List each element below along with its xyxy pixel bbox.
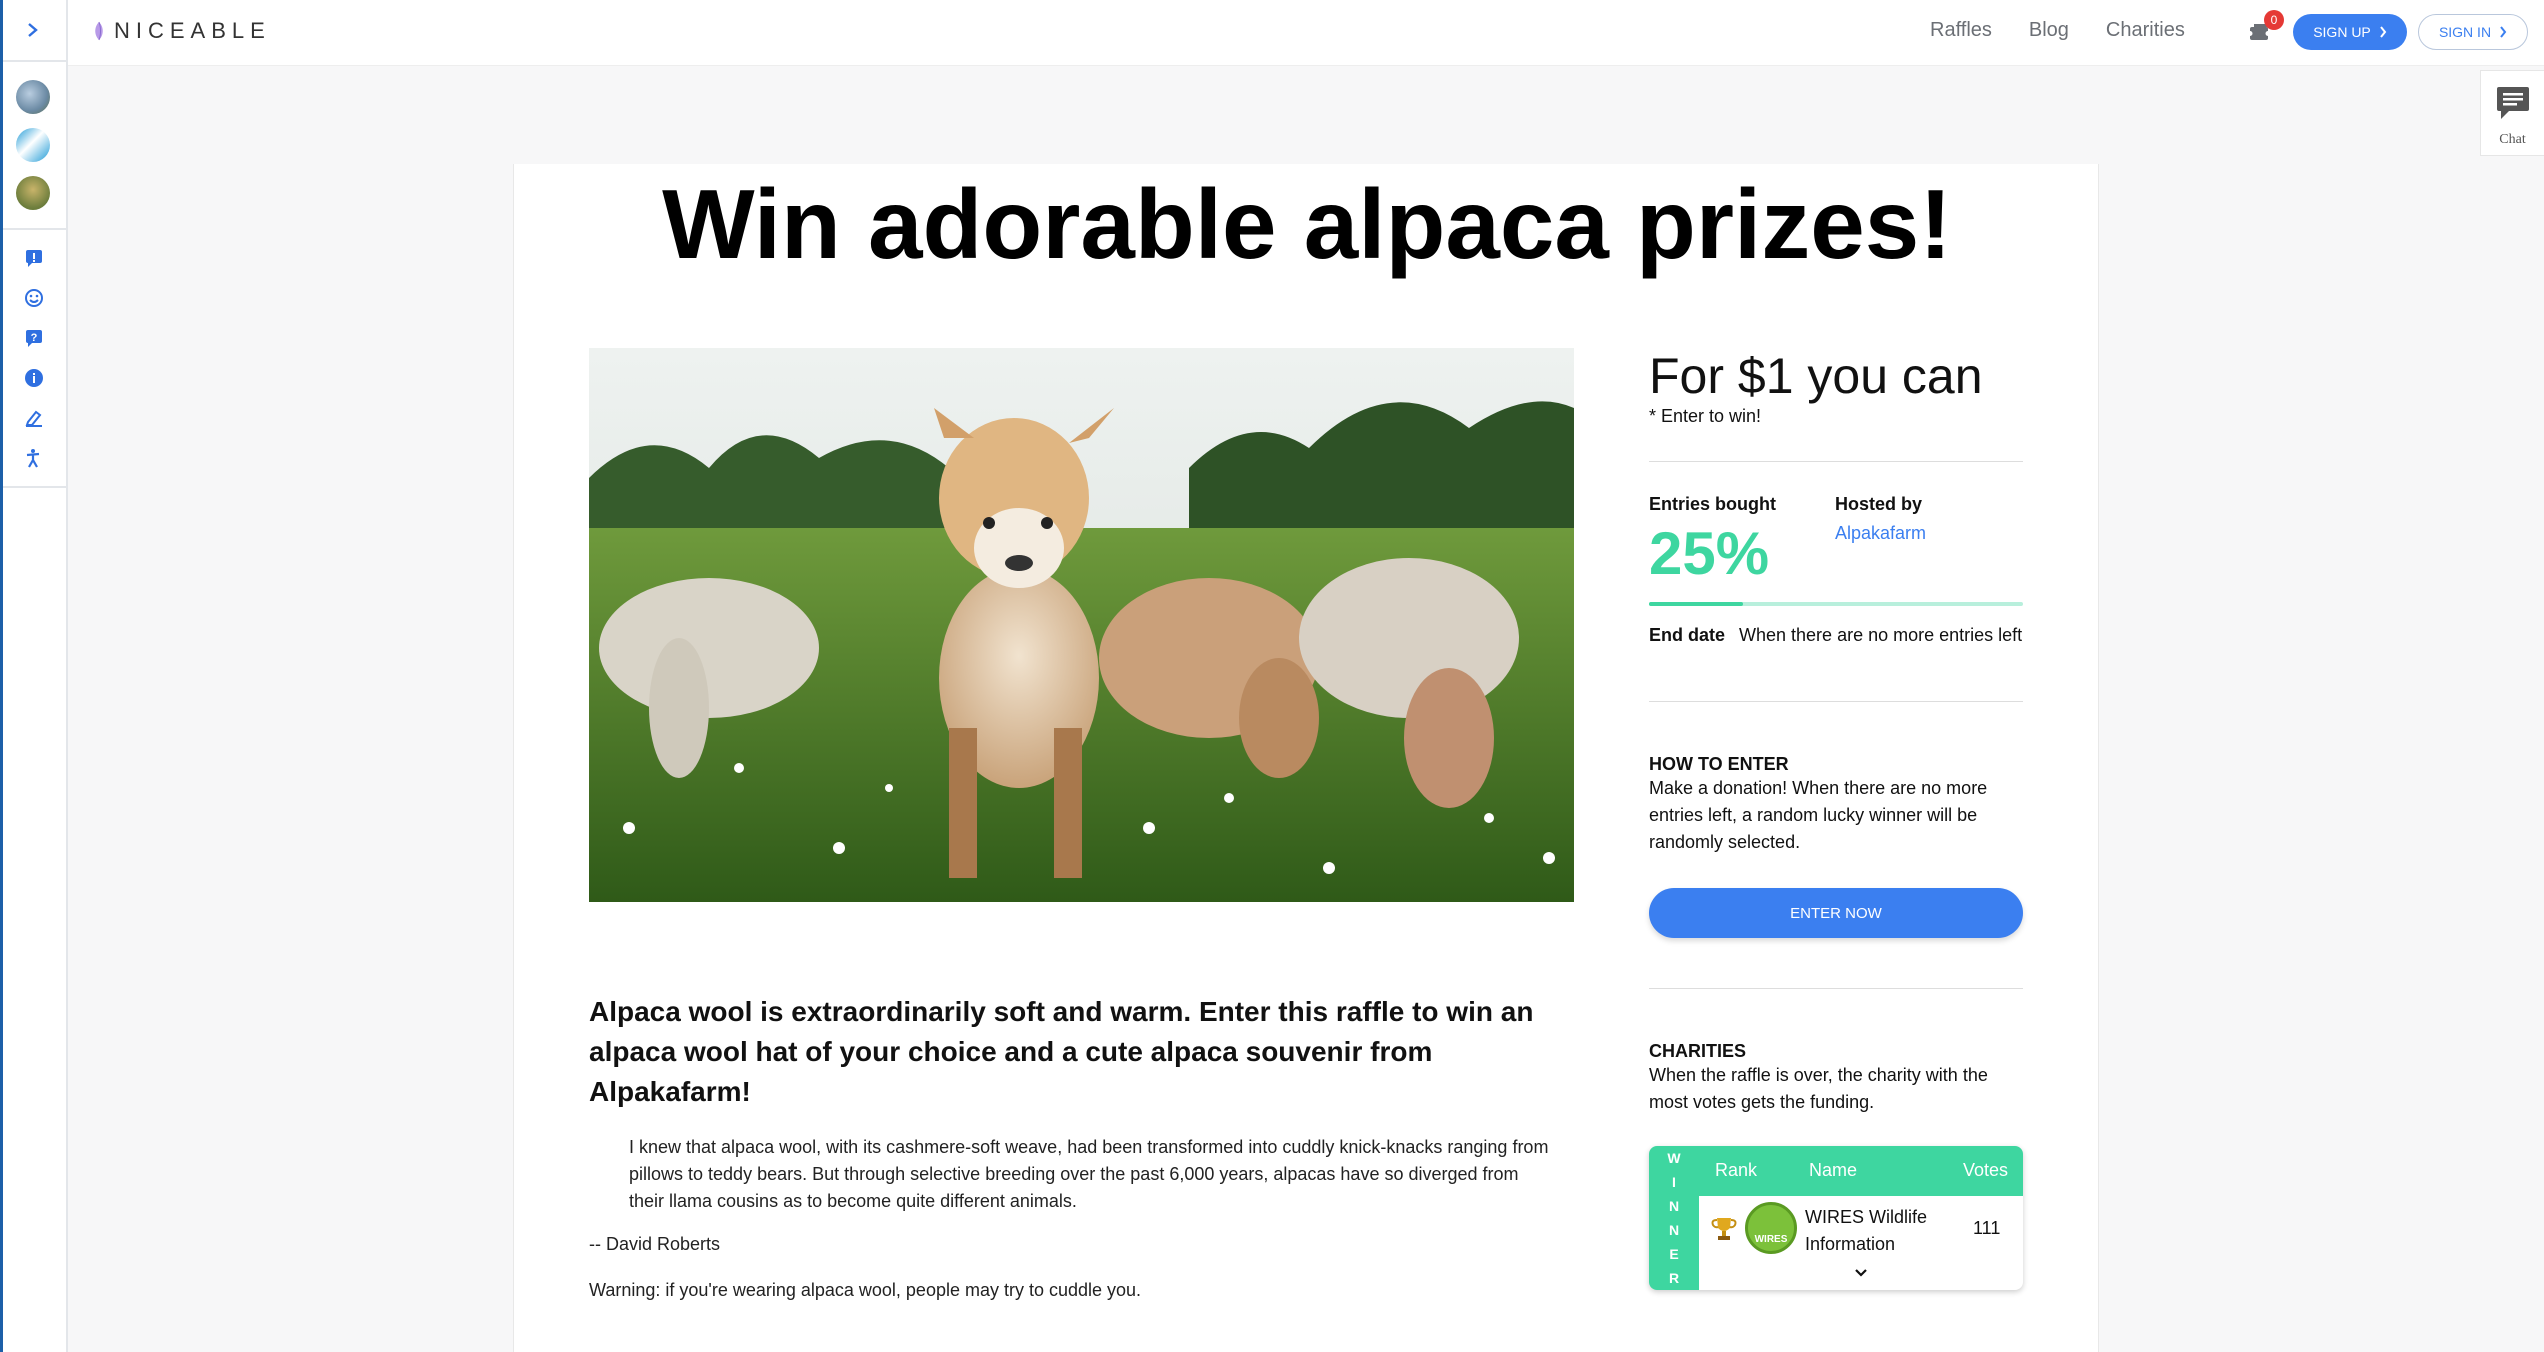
charities-title: CHARITIES bbox=[1649, 1041, 1747, 1061]
feedback-icon[interactable] bbox=[0, 238, 68, 278]
winner-letter: E bbox=[1669, 1246, 1679, 1262]
alpaca-photo-image bbox=[589, 348, 1574, 902]
svg-text:?: ? bbox=[31, 332, 38, 344]
alpaca-photo bbox=[589, 348, 1574, 902]
winner-ribbon: W I N N E R bbox=[1649, 1146, 1699, 1290]
end-date: End date When there are no more entries l… bbox=[1649, 622, 2023, 649]
edit-icon[interactable] bbox=[0, 398, 68, 438]
tickets-count-badge: 0 bbox=[2264, 10, 2284, 30]
col-rank: Rank bbox=[1715, 1160, 1758, 1180]
niceable-logo-icon bbox=[95, 21, 103, 41]
top-header: NICEABLE Raffles Blog Charities 0 SIGN U… bbox=[68, 0, 2544, 66]
winner-letter: N bbox=[1668, 1222, 1680, 1238]
raffle-stats: Entries bought 25% Hosted by Alpakafarm bbox=[1649, 494, 2023, 588]
nav-charities[interactable]: Charities bbox=[2106, 19, 2185, 42]
main-nav: Raffles Blog Charities bbox=[1930, 19, 2185, 42]
host-block: Hosted by Alpakafarm bbox=[1835, 494, 1926, 588]
col-name: Name bbox=[1809, 1160, 1858, 1180]
nav-raffles[interactable]: Raffles bbox=[1930, 19, 1992, 42]
page-title: Win adorable alpaca prizes! bbox=[662, 169, 1952, 279]
entries-block: Entries bought 25% bbox=[1649, 494, 1835, 588]
charity-name[interactable]: WIRES Wildlife Information bbox=[1805, 1204, 1945, 1258]
accessibility-icon[interactable] bbox=[0, 438, 68, 478]
winner-letter: R bbox=[1668, 1270, 1680, 1286]
winner-letter: N bbox=[1668, 1198, 1680, 1214]
how-to-enter-text: Make a donation! When there are no more … bbox=[1649, 778, 1988, 852]
left-rail: ? bbox=[0, 0, 68, 1352]
sign-up-label: SIGN UP bbox=[2313, 24, 2371, 40]
host-link[interactable]: Alpakafarm bbox=[1835, 523, 1926, 544]
table-row[interactable]: WIRES WIRES Wildlife Information 111 bbox=[1699, 1196, 2023, 1290]
winner-letter: I bbox=[1672, 1174, 1676, 1190]
rail-edge bbox=[0, 0, 3, 1352]
app-avatar-2[interactable] bbox=[16, 128, 50, 162]
chevron-right-icon bbox=[28, 23, 38, 37]
enter-now-button[interactable]: ENTER NOW bbox=[1649, 888, 2023, 938]
entries-percent: 25% bbox=[1649, 520, 1770, 587]
chat-icon bbox=[2496, 87, 2529, 119]
rail-tools: ? bbox=[0, 230, 66, 488]
end-date-value: When there are no more entries left bbox=[1739, 625, 2023, 645]
sign-up-button[interactable]: SIGN UP bbox=[2293, 14, 2407, 50]
raffle-lead: Alpaca wool is extraordinarily soft and … bbox=[589, 996, 1534, 1107]
price-heading: For $1 you can bbox=[1649, 348, 1983, 404]
entries-progress-bar bbox=[1649, 602, 2023, 606]
col-votes: Votes bbox=[1963, 1160, 2009, 1180]
chevron-right-icon bbox=[2500, 26, 2507, 38]
rail-apps bbox=[0, 62, 66, 230]
wires-logo: WIRES bbox=[1745, 1202, 1797, 1254]
divider bbox=[1649, 701, 2023, 702]
nav-blog[interactable]: Blog bbox=[2029, 19, 2069, 42]
app-avatar-3[interactable] bbox=[16, 176, 50, 210]
trophy-icon bbox=[1711, 1218, 1737, 1240]
expand-rail-button[interactable] bbox=[0, 0, 66, 62]
entries-label: Entries bought bbox=[1649, 494, 1776, 514]
chevron-right-icon bbox=[2380, 26, 2387, 38]
chat-widget[interactable]: Chat bbox=[2480, 70, 2544, 156]
warning-text: Warning: if you're wearing alpaca wool, … bbox=[589, 1280, 1142, 1300]
price-subtext: * Enter to win! bbox=[1649, 406, 1762, 426]
logo-text: NICEABLE bbox=[114, 18, 271, 43]
site-logo[interactable]: NICEABLE bbox=[92, 18, 271, 44]
wires-logo-text: WIRES bbox=[1754, 1234, 1788, 1245]
sign-in-button[interactable]: SIGN IN bbox=[2418, 14, 2528, 50]
how-to-enter: HOW TO ENTER Make a donation! When there… bbox=[1649, 754, 2023, 856]
chevron-down-icon[interactable] bbox=[1854, 1268, 1868, 1278]
quote-text: I knew that alpaca wool, with its cashme… bbox=[629, 1137, 1549, 1211]
app-avatar-1[interactable] bbox=[16, 80, 50, 114]
divider bbox=[1649, 461, 2023, 462]
charities-table: W I N N E R Rank Name Votes WIRES WIRES … bbox=[1649, 1146, 2023, 1290]
smiley-icon[interactable] bbox=[0, 278, 68, 318]
hosted-by-label: Hosted by bbox=[1835, 494, 1923, 514]
raffle-card: Win adorable alpaca prizes! Alpaca wool … bbox=[513, 164, 2099, 1352]
winner-letter: W bbox=[1667, 1150, 1681, 1166]
charities-section: CHARITIES When the raffle is over, the c… bbox=[1649, 1041, 2023, 1116]
how-to-enter-title: HOW TO ENTER bbox=[1649, 754, 1789, 774]
info-icon[interactable] bbox=[0, 358, 68, 398]
sign-in-label: SIGN IN bbox=[2438, 24, 2492, 40]
quote-author: -- David Roberts bbox=[589, 1234, 721, 1254]
charities-table-header: Rank Name Votes bbox=[1699, 1146, 2023, 1196]
help-icon[interactable]: ? bbox=[0, 318, 68, 358]
entries-progress-fill bbox=[1649, 602, 1743, 606]
divider bbox=[1649, 988, 2023, 989]
end-date-label: End date bbox=[1649, 625, 1726, 645]
raffle-sidebar: For $1 you can * Enter to win! Entries b… bbox=[1649, 348, 2023, 1290]
chat-label: Chat bbox=[2499, 132, 2526, 147]
charities-text: When the raffle is over, the charity wit… bbox=[1649, 1065, 1988, 1112]
charity-votes: 111 bbox=[1973, 1218, 2001, 1238]
